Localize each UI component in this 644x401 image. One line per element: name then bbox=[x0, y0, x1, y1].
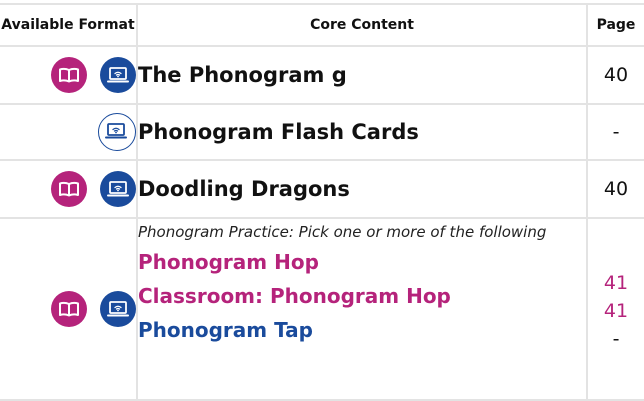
book-icon[interactable] bbox=[50, 291, 87, 327]
practice-item-phonogram-hop[interactable]: Phonogram Hop bbox=[138, 245, 586, 279]
page-cell: 40 bbox=[586, 159, 644, 219]
page-number: 41 bbox=[603, 300, 629, 322]
page-cell: 40 bbox=[586, 45, 644, 105]
header-format: Available Format bbox=[0, 3, 138, 47]
header-row: Available Format Core Content Page bbox=[0, 3, 644, 47]
header-page: Page bbox=[586, 3, 644, 47]
table-row: Phonogram Flash Cards - bbox=[0, 103, 644, 161]
digital-icon[interactable] bbox=[100, 57, 136, 93]
format-cell bbox=[0, 103, 138, 161]
page-number: - bbox=[612, 328, 620, 350]
practice-item-phonogram-tap[interactable]: Phonogram Tap bbox=[138, 313, 586, 347]
lesson-table: Available Format Core Content Page The P… bbox=[0, 3, 644, 401]
activity-title[interactable]: The Phonogram g bbox=[138, 63, 347, 87]
header-content: Core Content bbox=[136, 3, 588, 47]
table-row: Doodling Dragons 40 bbox=[0, 159, 644, 219]
practice-item-classroom-phonogram-hop[interactable]: Classroom: Phonogram Hop bbox=[138, 279, 586, 313]
book-icon[interactable] bbox=[50, 57, 87, 93]
format-cell bbox=[0, 159, 138, 219]
content-cell: The Phonogram g bbox=[136, 45, 588, 105]
content-cell: Phonogram Practice: Pick one or more of … bbox=[136, 217, 588, 401]
table-row: Phonogram Practice: Pick one or more of … bbox=[0, 217, 644, 401]
content-cell: Doodling Dragons bbox=[136, 159, 588, 219]
format-cell bbox=[0, 45, 138, 105]
activity-title[interactable]: Phonogram Flash Cards bbox=[138, 120, 419, 144]
table-row: The Phonogram g 40 bbox=[0, 45, 644, 105]
page-number: 41 bbox=[603, 272, 629, 294]
digital-icon[interactable] bbox=[100, 171, 136, 207]
page-cell: 41 41 - bbox=[586, 217, 644, 401]
digital-outline-icon[interactable] bbox=[98, 113, 136, 151]
page-cell: - bbox=[586, 103, 644, 161]
practice-intro: Phonogram Practice: Pick one or more of … bbox=[138, 223, 547, 241]
content-cell: Phonogram Flash Cards bbox=[136, 103, 588, 161]
book-icon[interactable] bbox=[50, 171, 87, 207]
activity-title[interactable]: Doodling Dragons bbox=[138, 177, 350, 201]
digital-icon[interactable] bbox=[100, 291, 136, 327]
format-cell bbox=[0, 217, 138, 401]
